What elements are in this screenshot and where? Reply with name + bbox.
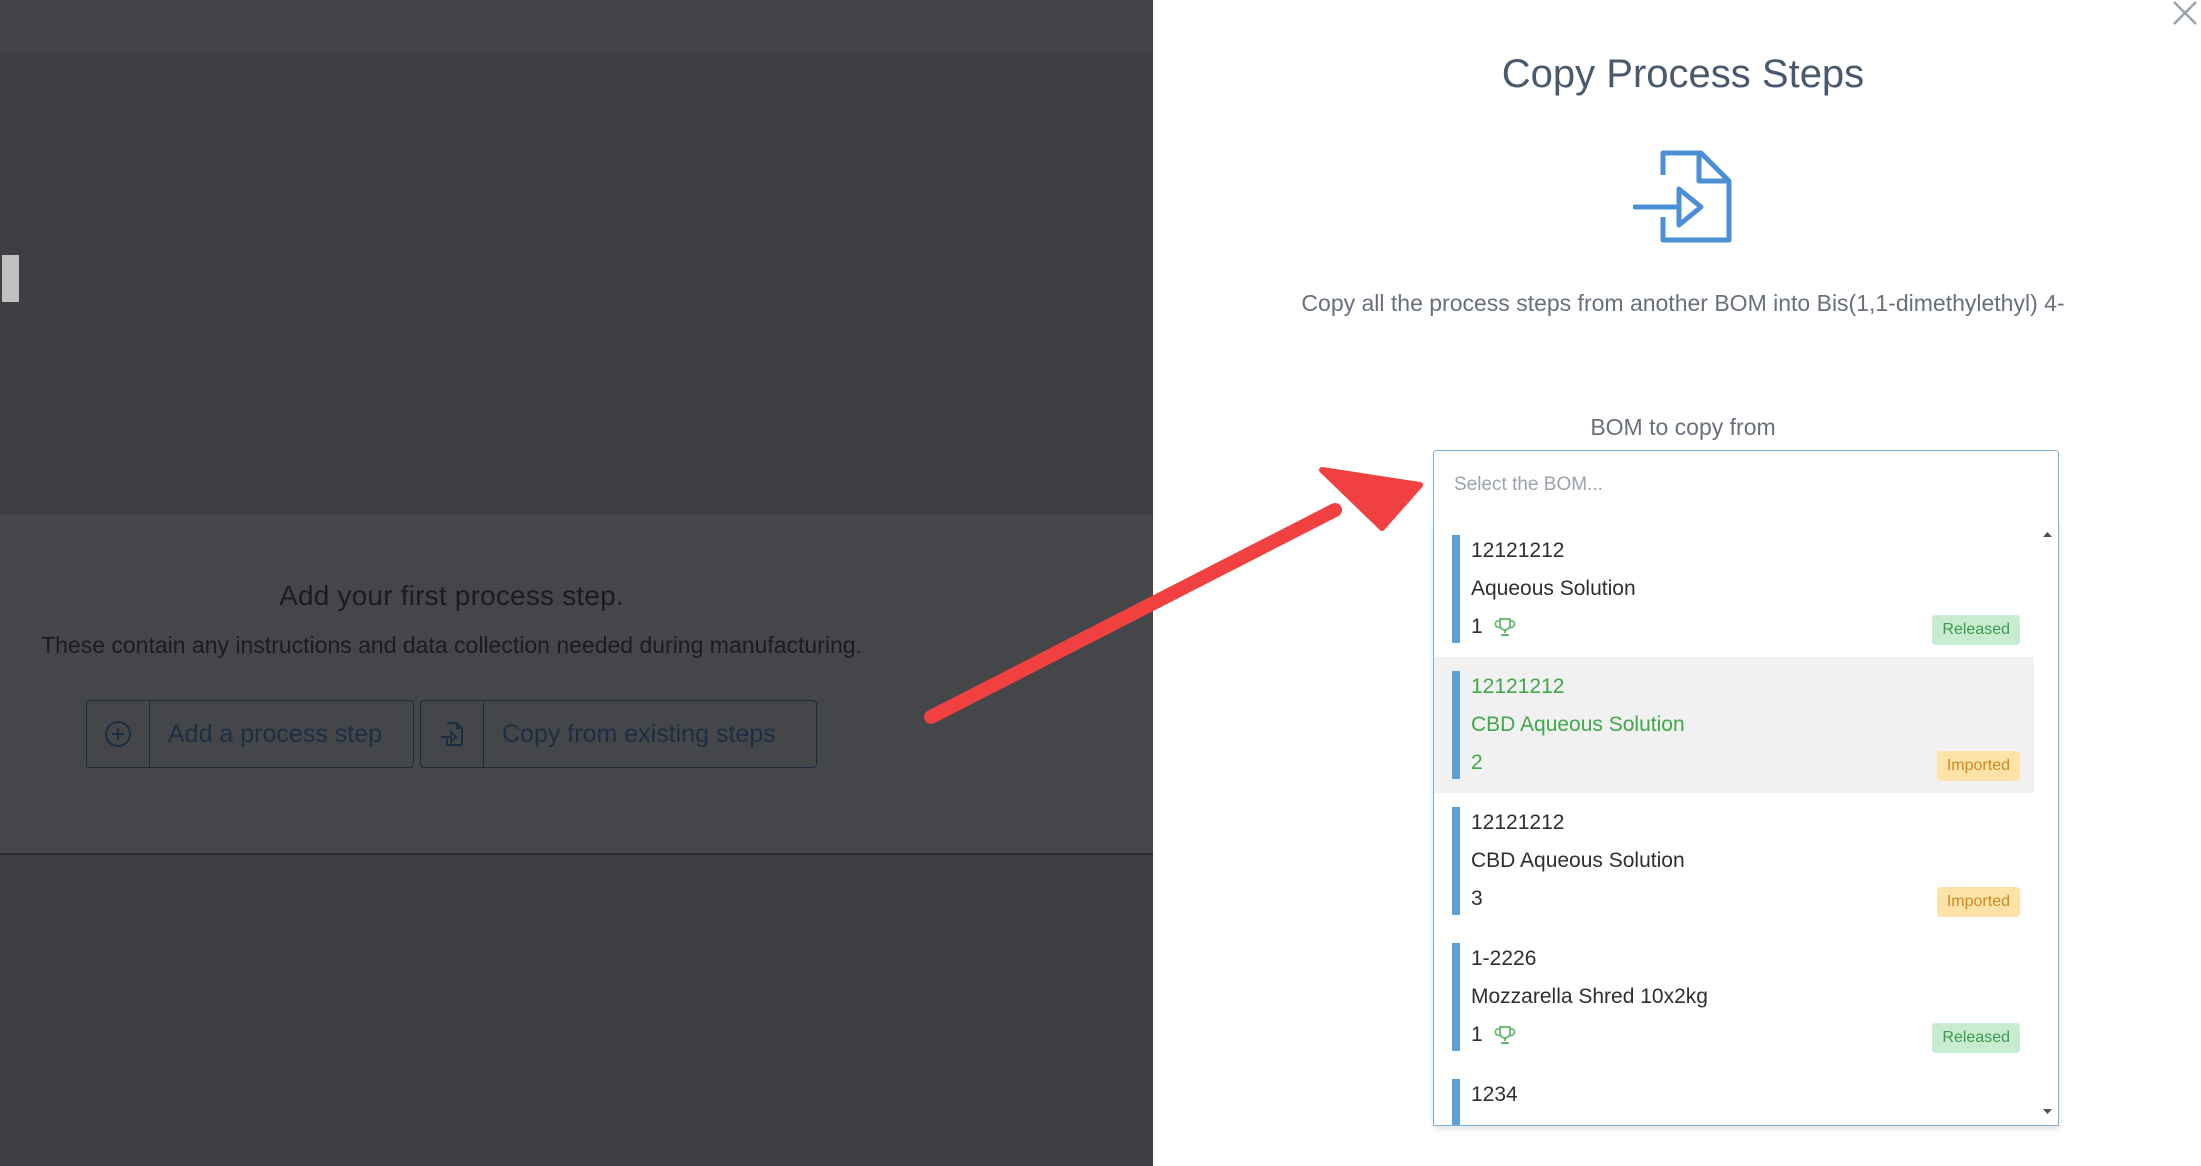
bom-option[interactable]: 12121212 CBD Aqueous Solution 3 Imported [1434, 793, 2034, 929]
option-name: Aqueous Solution [1471, 577, 1636, 600]
add-process-step-button[interactable]: Add a process step [86, 700, 414, 768]
bom-search-input[interactable] [1452, 473, 2036, 497]
scroll-thumb[interactable] [2, 255, 19, 302]
option-version: 2 [1471, 751, 1483, 774]
option-code: 1234 [1471, 1083, 1518, 1106]
copy-from-existing-steps-button[interactable]: Copy from existing steps [420, 700, 817, 768]
copy-from-existing-steps-label: Copy from existing steps [502, 719, 776, 748]
option-version: 1 [1471, 1023, 1483, 1046]
option-code: 12121212 [1471, 539, 1565, 562]
close-icon[interactable] [2170, 0, 2198, 28]
trophy-icon [1494, 1024, 1516, 1046]
empty-state-title: Add your first process step. [279, 580, 624, 611]
file-import-icon [421, 701, 484, 767]
option-code: 12121212 [1471, 811, 1565, 834]
option-accent-bar [1452, 1079, 1460, 1125]
status-badge: Released [1932, 1023, 2020, 1053]
option-name: CBD Aqueous Solution [1471, 849, 1685, 872]
plus-circle-icon [87, 701, 150, 767]
panel-description: Copy all the process steps from another … [1301, 290, 2065, 316]
option-accent-bar [1452, 671, 1460, 779]
option-accent-bar [1452, 943, 1460, 1051]
option-version: 3 [1471, 887, 1483, 910]
trophy-icon [1494, 616, 1516, 638]
status-badge: Imported [1936, 887, 2020, 917]
background-lower-area [0, 855, 1153, 1166]
option-code: 12121212 [1471, 675, 1565, 698]
bom-option[interactable]: 12121212 Aqueous Solution 1 Released [1434, 521, 2034, 657]
background-main-area [0, 53, 1153, 515]
scroll-up-arrow-icon[interactable] [2037, 527, 2058, 541]
bom-dropdown-list: 12121212 Aqueous Solution 1 Released 121… [1433, 521, 2059, 1126]
panel-title: Copy Process Steps [1501, 52, 1865, 96]
empty-state-subtitle: These contain any instructions and data … [41, 632, 862, 658]
status-badge: Released [1932, 615, 2020, 645]
empty-state [0, 515, 1153, 853]
option-name: Mozzarella Shred 10x2kg [1471, 985, 1708, 1008]
add-process-step-label: Add a process step [168, 719, 383, 748]
bom-field-label: BOM to copy from [1590, 414, 1776, 440]
option-version: 1 [1471, 615, 1483, 638]
dropdown-scrollbar[interactable] [2037, 521, 2058, 1125]
file-import-icon [1632, 145, 1737, 249]
bom-option[interactable]: 12121212 CBD Aqueous Solution 2 Imported [1434, 657, 2034, 793]
background-topbar [0, 0, 1153, 53]
option-name: CBD Aqueous Solution [1471, 713, 1685, 736]
bom-select[interactable] [1433, 450, 2059, 522]
status-badge: Imported [1936, 751, 2020, 781]
bom-option[interactable]: 1-2226 Mozzarella Shred 10x2kg 1 Release… [1434, 929, 2034, 1065]
bom-option[interactable]: 1234 [1434, 1065, 2034, 1125]
scroll-down-arrow-icon[interactable] [2037, 1105, 2058, 1119]
option-code: 1-2226 [1471, 947, 1537, 970]
option-accent-bar [1452, 807, 1460, 915]
option-accent-bar [1452, 535, 1460, 643]
